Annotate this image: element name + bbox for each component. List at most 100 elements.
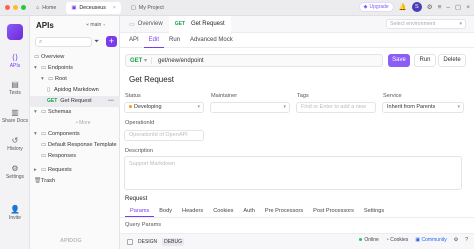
upgrade-button[interactable]: ◆ Upgrade [358,2,394,12]
rail-item-apis[interactable]: ⟨⟩ APIs [0,53,30,69]
url-input[interactable]: get/new/endpoint [152,58,204,64]
notification-icon[interactable]: 🔔 [399,3,407,11]
description-textarea[interactable]: Support Markdown [124,156,462,190]
operation-id-label: OperationId [125,120,155,126]
tab-headers[interactable]: Headers [177,205,208,217]
url-bar: GET ▾ get/new/endpoint [125,54,383,67]
project-logo[interactable] [7,24,23,40]
help-icon[interactable]: ? [465,237,468,243]
chevron-down-icon: ▾ [102,22,106,28]
apidog-logo: APIDOG [60,238,82,244]
close-icon[interactable]: × [466,4,470,11]
close-window-icon[interactable] [5,5,10,10]
tree-item-default-response-template[interactable]: ▭ Default Response Template [30,140,120,151]
maximize-window-icon[interactable] [21,5,26,10]
tab-home[interactable]: ⌂ Home [31,2,61,14]
tree-item-responses[interactable]: ▭ Responses [30,151,120,162]
more-link[interactable]: • More [30,118,120,129]
run-button[interactable]: Run [414,54,436,67]
delete-button[interactable]: Delete [438,54,466,67]
maximize-icon[interactable]: ▢ [455,3,461,11]
tab-deceuseus[interactable]: ▣ Deceuseus × [66,1,121,14]
overview-icon: ▭ [34,54,40,60]
tab-overview[interactable]: ▭ Overview [123,16,169,33]
rail-item-share-docs[interactable]: ▥ Share Docs [0,108,30,124]
tab-get-request[interactable]: GET Get Request [168,15,231,33]
cookies-button[interactable]: ◔ Cookies [386,237,409,243]
rail-item-invite[interactable]: 👤 Invite [0,205,30,221]
left-rail: ⟨⟩ APIs ▤ Tests ▥ Share Docs ↺ History ⚙… [0,16,30,249]
status-label: Status [125,93,141,99]
rail-item-settings[interactable]: ⚙ Settings [0,164,30,180]
tree-item-endpoints[interactable]: ▾ ▭ Endpoints [30,63,120,74]
chevron-down-icon: ▾ [34,65,37,71]
tab-settings[interactable]: Settings [359,205,389,217]
design-mode-button[interactable]: DESIGN [136,238,159,246]
folder-icon: ▭ [48,76,54,82]
tab-edit[interactable]: Edit [143,33,165,48]
tab-run[interactable]: Run [164,33,185,48]
chevron-down-icon: ▾ [283,104,286,110]
service-label: Service [383,93,402,99]
online-status[interactable]: Online [359,237,379,243]
rail-item-history[interactable]: ↺ History [0,136,30,152]
maintainer-select[interactable]: ▾ [210,102,290,113]
avatar[interactable]: S [411,2,422,12]
community-icon: ▣ [415,237,421,243]
tree-item-schemas[interactable]: ▾ ▭ Schemas [30,107,120,118]
tree-item-root[interactable]: ▾ ▭ Root [30,74,120,85]
menu-icon[interactable]: ≡ [438,4,442,11]
close-tab-icon[interactable]: × [113,5,116,11]
tab-body[interactable]: Body [154,205,177,217]
settings-icon[interactable]: ⚙ [454,237,458,243]
tree-item-apidog-markdown[interactable]: ▯ Apidog Markdown [30,85,120,96]
operation-id-input[interactable]: OperationId of OpenAPI [124,130,204,141]
chevron-down-icon: ▾ [457,104,460,110]
tab-cookies[interactable]: Cookies [208,205,238,217]
chevron-down-icon: ▾ [41,76,44,82]
branch-selector[interactable]: ⑂ main ▾ [86,22,106,28]
tags-input[interactable]: Find or Enter to add a new [296,102,376,113]
tests-icon: ▤ [11,80,19,89]
tab-advanced-mock[interactable]: Advanced Mock [185,33,238,48]
tab-api[interactable]: API [124,33,144,48]
main-panel: ▭ Overview GET Get Request Select enviro… [120,15,474,249]
api-name-input[interactable]: Get Request [129,75,174,84]
schema-icon: ▭ [41,109,47,115]
invite-icon: 👤 [10,205,20,214]
document-icon: ▯ [47,87,51,93]
method-select[interactable]: GET ▾ [126,57,152,64]
community-button[interactable]: ▣ Community [415,237,446,243]
more-options-icon[interactable]: ••• [108,96,114,107]
status-select[interactable]: Developing ▾ [124,102,204,113]
sidebar-title: APIs [36,21,54,30]
tab-auth[interactable]: Auth [238,205,260,217]
tree-item-trash[interactable]: 🗑Trash [30,176,120,187]
filter-icon[interactable]: ⏷ [94,38,99,46]
service-select[interactable]: Inherit from Parents ▾ [382,102,464,113]
chevron-down-icon: ▾ [459,21,462,27]
tree-item-get-request[interactable]: GET Get Request ••• [30,96,120,107]
search-input[interactable]: ⌕ [35,37,92,47]
environment-select[interactable]: Select environment ▾ [386,19,466,29]
tree-item-requests[interactable]: ▸ ▭ Requests [30,165,120,176]
add-button[interactable]: + [106,36,117,47]
settings-icon[interactable]: ⚙ [427,3,433,11]
status-bar: DESIGN DEBUG Online ◔ Cookies ▣ Communit… [120,233,474,249]
sub-tabs: API Edit Run Advanced Mock [120,33,474,48]
request-tabs: Params Body Headers Cookies Auth Pre Pro… [120,205,474,218]
tab-my-project[interactable]: ▢ My Project [126,2,169,14]
tab-pre-processors[interactable]: Pre Processors [260,205,308,217]
home-icon: ⌂ [36,4,40,11]
rail-item-tests[interactable]: ▤ Tests [0,80,30,96]
debug-mode-button[interactable]: DEBUG [162,237,184,246]
tree-item-overview[interactable]: ▭ Overview [30,52,120,63]
tree-item-components[interactable]: ▾ ▭ Components [30,129,120,140]
sidebar-toggle-icon[interactable] [127,238,133,245]
minimize-window-icon[interactable] [13,5,18,10]
query-params-label: Query Params [125,222,162,228]
minimize-icon[interactable]: – [446,4,450,11]
tab-post-processors[interactable]: Post Processors [308,205,359,217]
tab-params[interactable]: Params [125,205,155,217]
save-button[interactable]: Save [388,54,410,67]
